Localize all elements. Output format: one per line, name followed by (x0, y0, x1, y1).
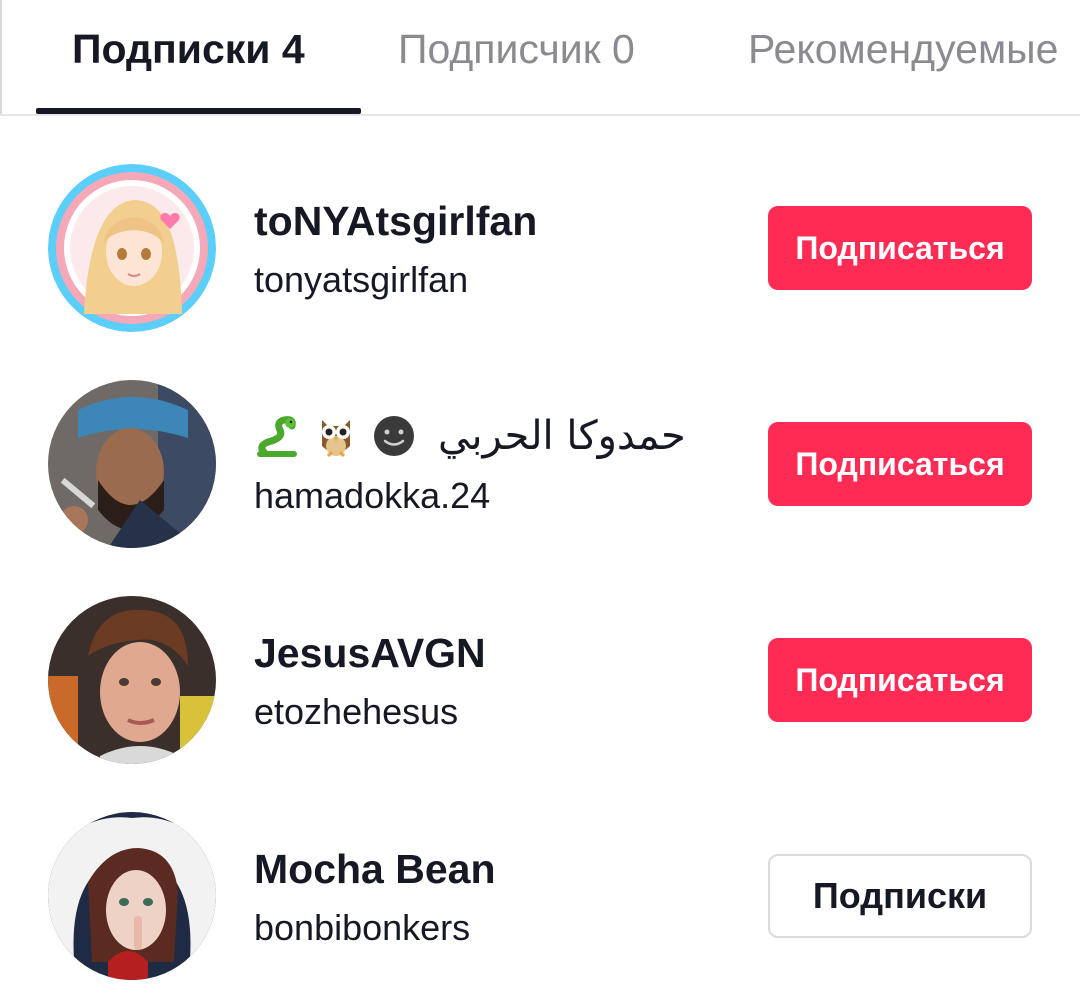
follow-button[interactable]: Подписаться (768, 422, 1032, 506)
following-list-screen: Подписки 4 Подписчик 0 Рекомендуемые toN… (0, 0, 1080, 996)
display-name: JesusAVGN (254, 630, 486, 676)
edge-divider (0, 0, 2, 114)
tab-suggested[interactable]: Рекомендуемые (748, 24, 1058, 74)
display-name-text: حمدوكا الحربي (438, 413, 686, 459)
avatar[interactable] (48, 164, 216, 332)
list-item[interactable]: toNYAtsgirlfan tonyatsgirlfan Подписатьс… (0, 140, 1080, 356)
active-tab-indicator (36, 108, 361, 114)
display-name: Mocha Bean (254, 846, 496, 892)
dark-face-icon (370, 412, 418, 460)
snake-icon (254, 412, 302, 460)
list-item[interactable]: JesusAVGN etozhehesus Подписаться (0, 572, 1080, 788)
following-button[interactable]: Подписки (768, 854, 1032, 938)
tab-following[interactable]: Подписки 4 (72, 24, 305, 74)
avatar[interactable] (48, 596, 216, 764)
follow-button[interactable]: Подписаться (768, 638, 1032, 722)
owl-icon (312, 412, 360, 460)
display-name: toNYAtsgirlfan (254, 198, 538, 244)
list-item[interactable]: Mocha Bean bonbibonkers Подписки (0, 788, 1080, 996)
follow-button[interactable]: Подписаться (768, 206, 1032, 290)
username: etozhehesus (254, 691, 459, 732)
username: bonbibonkers (254, 907, 471, 948)
username: tonyatsgirlfan (254, 259, 469, 300)
tab-followers[interactable]: Подписчик 0 (398, 24, 635, 74)
list-item[interactable]: حمدوكا الحربي hamadokka.24 Подписаться (0, 356, 1080, 572)
avatar[interactable] (48, 380, 216, 548)
display-name: حمدوكا الحربي (254, 410, 686, 462)
tab-bar: Подписки 4 Подписчик 0 Рекомендуемые (0, 0, 1080, 116)
username: hamadokka.24 (254, 475, 491, 516)
avatar[interactable] (48, 812, 216, 980)
